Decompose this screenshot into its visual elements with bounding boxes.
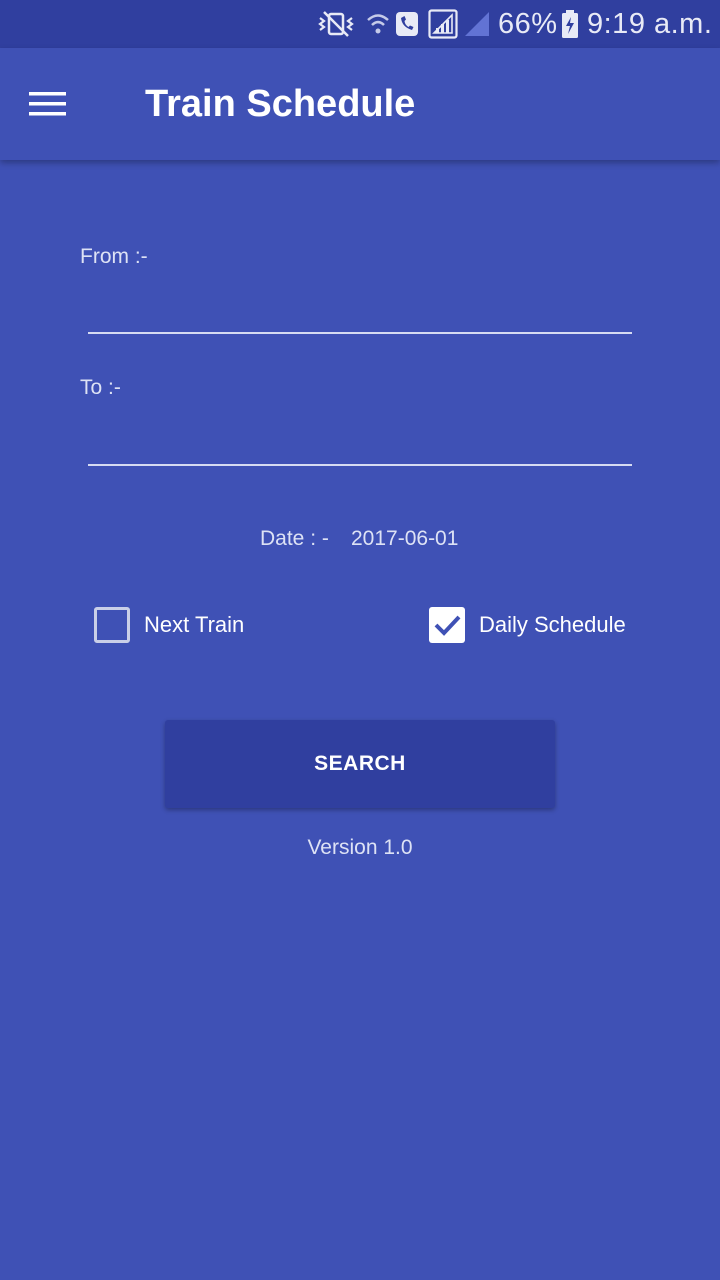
date-value[interactable]: 2017-06-01: [351, 524, 458, 554]
status-bar: 66% 9:19 a.m.: [0, 0, 720, 48]
app-bar: Train Schedule: [0, 48, 720, 160]
date-row: Date : - 2017-06-01: [0, 524, 720, 554]
signal-icon: [428, 8, 458, 40]
version-text: Version 1.0: [307, 836, 413, 859]
checkbox-checked-icon[interactable]: [429, 607, 465, 643]
wifi-call-icon: [366, 8, 422, 40]
next-train-checkbox[interactable]: Next Train: [94, 605, 244, 645]
status-time: 9:19 a.m.: [587, 7, 713, 40]
vibrate-mute-icon: [316, 8, 356, 40]
checkbox-unchecked-icon[interactable]: [94, 607, 130, 643]
checkmark-icon: [434, 615, 461, 636]
search-button[interactable]: SEARCH: [165, 720, 555, 808]
daily-schedule-checkbox[interactable]: Daily Schedule: [429, 605, 626, 645]
next-train-label: Next Train: [144, 612, 245, 637]
from-input[interactable]: [88, 286, 632, 334]
hamburger-menu-icon: [29, 92, 66, 116]
from-label: From :-: [80, 245, 148, 268]
page-title: Train Schedule: [145, 83, 416, 125]
menu-button[interactable]: [16, 72, 80, 136]
daily-schedule-label: Daily Schedule: [479, 612, 626, 637]
to-label: To :-: [80, 376, 121, 399]
date-label: Date : -: [260, 527, 329, 550]
battery-percent: 66%: [498, 7, 558, 40]
signal-empty-icon: [462, 8, 492, 40]
battery-charging-icon: [560, 8, 580, 40]
to-input[interactable]: [88, 418, 632, 466]
